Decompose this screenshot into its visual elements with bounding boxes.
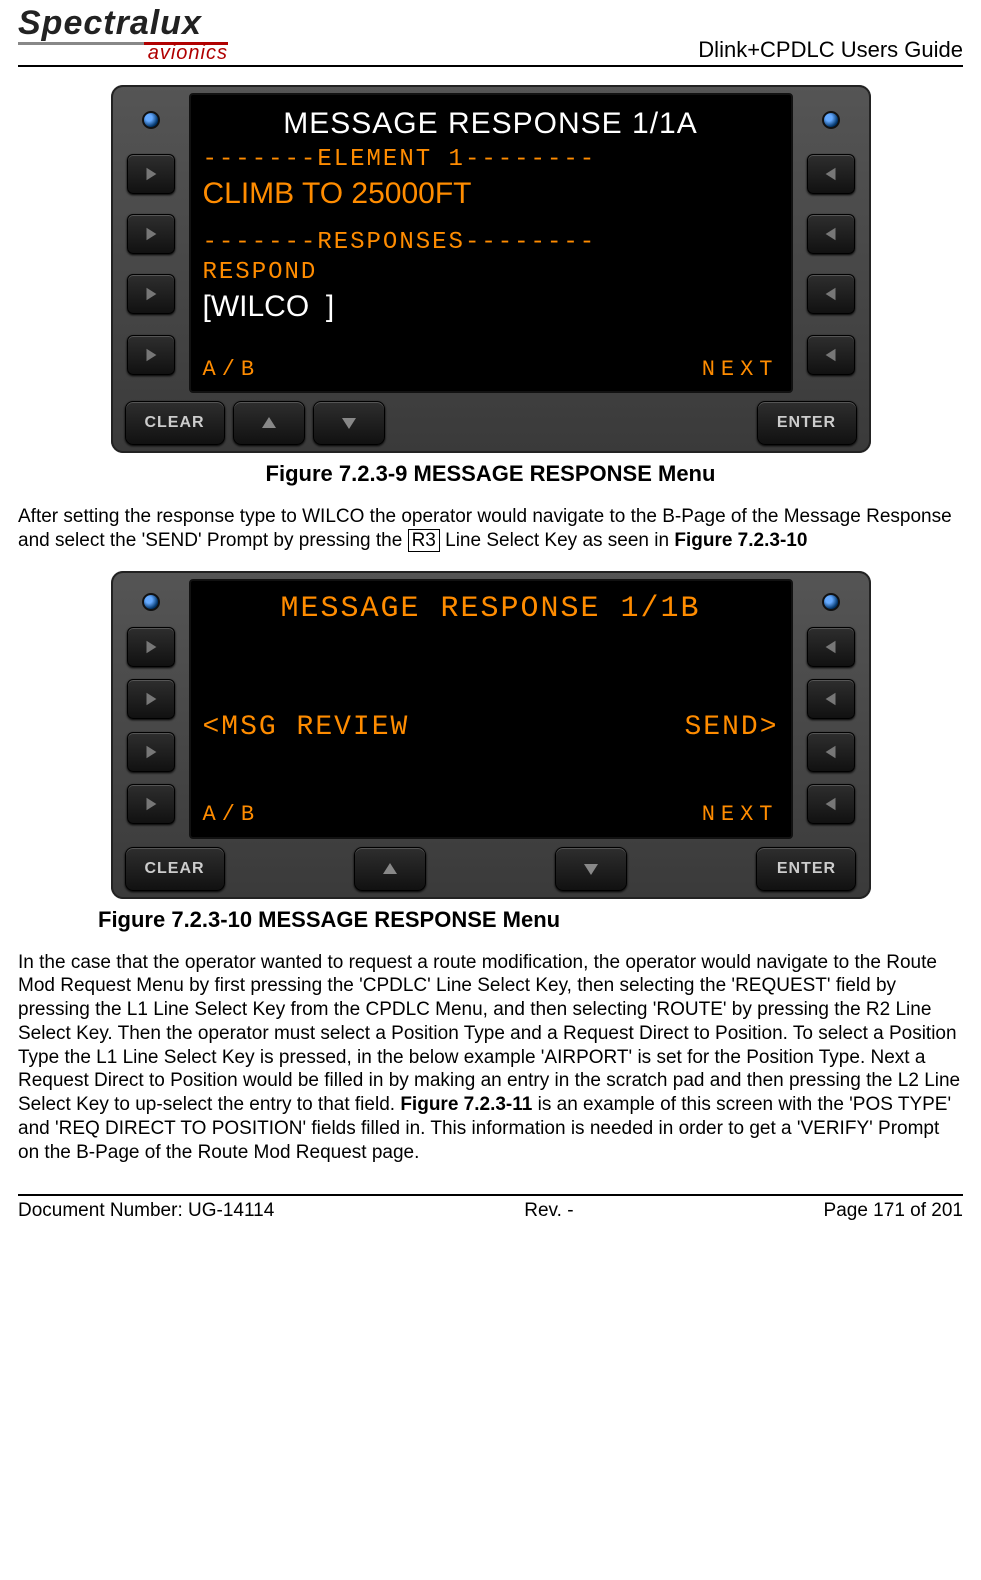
- bottom-left-label: A/B: [203, 356, 261, 384]
- doc-number: Document Number: UG-14114: [18, 1200, 274, 1222]
- screen-bottom-row: A/B NEXT: [203, 795, 779, 829]
- triangle-right-icon: [142, 795, 160, 813]
- triangle-right-icon: [142, 285, 160, 303]
- left-lsk-column: [121, 579, 181, 839]
- down-arrow-button[interactable]: [555, 847, 627, 891]
- lsk-r4[interactable]: [807, 784, 855, 824]
- triangle-right-icon: [142, 165, 160, 183]
- right-lsk-column: [801, 579, 861, 839]
- triangle-right-icon: [142, 225, 160, 243]
- lsk-l2[interactable]: [127, 214, 175, 254]
- lsk-l1[interactable]: [127, 154, 175, 194]
- logo-main: Spectralux: [18, 6, 228, 40]
- cdu-device-1: MESSAGE RESPONSE 1/1A -------ELEMENT 1--…: [111, 85, 871, 453]
- triangle-right-icon: [142, 743, 160, 761]
- element-value: CLIMB TO 25000FT: [203, 175, 779, 213]
- triangle-right-icon: [142, 690, 160, 708]
- up-arrow-button[interactable]: [233, 401, 305, 445]
- body-paragraph-2: In the case that the operator wanted to …: [18, 951, 963, 1165]
- respond-label: RESPOND: [203, 258, 779, 288]
- figure-caption-1: Figure 7.2.3-9 MESSAGE RESPONSE Menu: [18, 461, 963, 487]
- triangle-right-icon: [142, 638, 160, 656]
- page-footer: Document Number: UG-14114 Rev. - Page 17…: [18, 1194, 963, 1222]
- lsk-l1[interactable]: [127, 627, 175, 667]
- lsk-l4[interactable]: [127, 784, 175, 824]
- page-number: Page 171 of 201: [824, 1200, 963, 1222]
- bottom-right-label: NEXT: [702, 356, 779, 384]
- up-arrow-button[interactable]: [354, 847, 426, 891]
- triangle-up-icon: [259, 413, 279, 433]
- triangle-left-icon: [822, 225, 840, 243]
- lsk-r2[interactable]: [807, 679, 855, 719]
- triangle-left-icon: [822, 690, 840, 708]
- element-header: -------ELEMENT 1--------: [203, 145, 779, 175]
- lsk-l4[interactable]: [127, 335, 175, 375]
- triangle-left-icon: [822, 285, 840, 303]
- lsk-r2[interactable]: [807, 214, 855, 254]
- figure-caption-2: Figure 7.2.3-10 MESSAGE RESPONSE Menu: [18, 907, 963, 933]
- document-title: Dlink+CPDLC Users Guide: [698, 37, 963, 63]
- msg-review-prompt: <MSG REVIEW: [203, 710, 410, 745]
- clear-button[interactable]: CLEAR: [125, 847, 225, 891]
- down-arrow-button[interactable]: [313, 401, 385, 445]
- clear-button[interactable]: CLEAR: [125, 401, 225, 445]
- lsk-l3[interactable]: [127, 274, 175, 314]
- cdu-screen-2: MESSAGE RESPONSE 1/1B <MSG REVIEW SEND> …: [189, 579, 793, 839]
- screen-action-row: <MSG REVIEW SEND>: [203, 710, 779, 745]
- triangle-left-icon: [822, 165, 840, 183]
- triangle-left-icon: [822, 795, 840, 813]
- page-header: Spectralux avionics Dlink+CPDLC Users Gu…: [18, 0, 963, 67]
- body-paragraph-1: After setting the response type to WILCO…: [18, 505, 963, 553]
- logo-sub: avionics: [148, 43, 228, 63]
- lsk-r1[interactable]: [807, 627, 855, 667]
- indicator-light: [142, 111, 160, 129]
- enter-button[interactable]: ENTER: [757, 401, 857, 445]
- lsk-r1[interactable]: [807, 154, 855, 194]
- triangle-left-icon: [822, 743, 840, 761]
- key-label: R3: [408, 529, 440, 552]
- cdu-screen-1: MESSAGE RESPONSE 1/1A -------ELEMENT 1--…: [189, 93, 793, 393]
- bottom-left-label: A/B: [203, 801, 261, 829]
- cdu-device-2: MESSAGE RESPONSE 1/1B <MSG REVIEW SEND> …: [111, 571, 871, 899]
- triangle-left-icon: [822, 346, 840, 364]
- lsk-l3[interactable]: [127, 732, 175, 772]
- indicator-light: [822, 593, 840, 611]
- lsk-r4[interactable]: [807, 335, 855, 375]
- indicator-light: [142, 593, 160, 611]
- right-lsk-column: [801, 93, 861, 393]
- lsk-r3[interactable]: [807, 274, 855, 314]
- left-lsk-column: [121, 93, 181, 393]
- screen-title: MESSAGE RESPONSE 1/1B: [203, 591, 779, 629]
- triangle-right-icon: [142, 346, 160, 364]
- screen-title: MESSAGE RESPONSE 1/1A: [203, 105, 779, 143]
- lsk-l2[interactable]: [127, 679, 175, 719]
- logo: Spectralux avionics: [18, 6, 228, 63]
- bottom-right-label: NEXT: [702, 801, 779, 829]
- respond-value: [WILCO ]: [203, 288, 779, 326]
- send-prompt: SEND>: [684, 710, 778, 745]
- lsk-r3[interactable]: [807, 732, 855, 772]
- screen-bottom-row: A/B NEXT: [203, 350, 779, 384]
- triangle-down-icon: [581, 859, 601, 879]
- cdu-bottom-row: CLEAR ENTER: [121, 401, 861, 445]
- triangle-left-icon: [822, 638, 840, 656]
- triangle-down-icon: [339, 413, 359, 433]
- triangle-up-icon: [380, 859, 400, 879]
- cdu-bottom-row: CLEAR ENTER: [121, 847, 861, 891]
- indicator-light: [822, 111, 840, 129]
- revision: Rev. -: [524, 1200, 573, 1222]
- responses-header: -------RESPONSES--------: [203, 228, 779, 258]
- enter-button[interactable]: ENTER: [756, 847, 856, 891]
